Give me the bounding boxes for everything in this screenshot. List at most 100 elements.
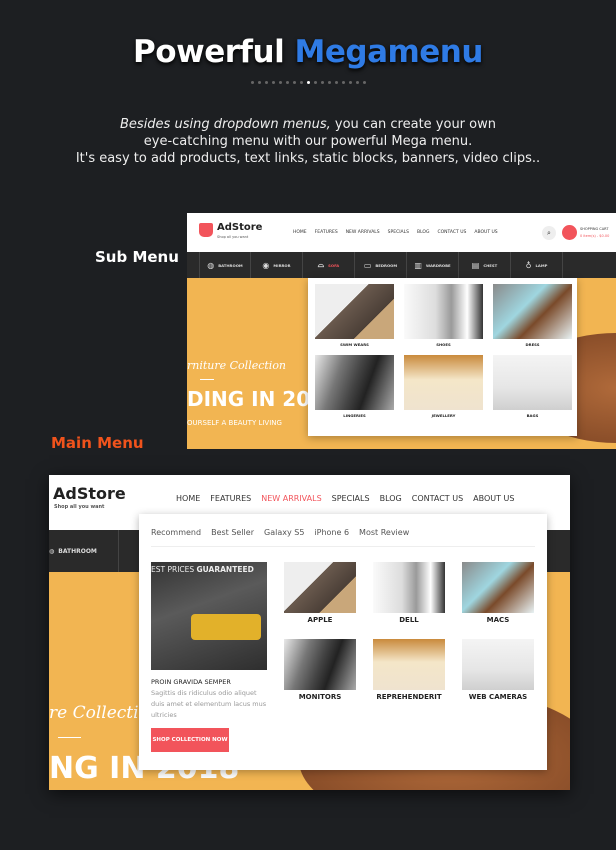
desc-rest: you can create your own [330, 117, 496, 132]
basket-logo-icon [199, 223, 213, 237]
nav-item[interactable]: NEW ARRIVALS [261, 494, 321, 503]
dot [362, 81, 366, 84]
tile-image [315, 284, 394, 339]
category-tile[interactable]: JEWELLERY [404, 355, 483, 418]
logo[interactable]: AdStore [53, 484, 126, 503]
nav-item[interactable]: FEATURES [315, 230, 338, 235]
product-tab[interactable]: Galaxy S5 [264, 528, 304, 537]
desc-italic: Besides using dropdown menus, [120, 117, 331, 132]
tile-label: JEWELLERY [431, 413, 456, 418]
tabs-divider [151, 546, 535, 547]
category-tile[interactable]: BAGS [493, 355, 572, 418]
nav-item[interactable]: HOME [176, 494, 200, 503]
category-tile[interactable]: MONITORS [284, 639, 356, 701]
banner-headline: DING IN 20 [187, 387, 311, 411]
category-tile[interactable]: MACS [462, 562, 534, 624]
category-tile[interactable]: SHOES [404, 284, 483, 347]
nav-item[interactable]: FEATURES [210, 494, 251, 503]
dot [320, 81, 324, 84]
banner-divider [200, 379, 214, 380]
desc-line3: It's easy to add products, text links, s… [75, 151, 541, 166]
dot [250, 81, 254, 84]
dot [306, 81, 310, 84]
category-tile[interactable]: SWIM WEARS [315, 284, 394, 347]
category-lamp[interactable]: ♁ LAMP [511, 252, 563, 278]
bathtub-icon: ◍ [49, 547, 55, 555]
nav-item[interactable]: ABOUT US [473, 494, 514, 503]
promo-banner-light: EST PRICES [151, 565, 197, 574]
sofa-dropdown: SWIM WEARS SHOES DRESS LINGERIES JEWELLERY BA… [308, 278, 577, 436]
category-bar: ◍ BATHROOM ◉ MIRROR ⌓ SOFA ▭ BEDROOM ▥ WARDROBE ▤ C… [187, 252, 616, 278]
banner-sub: OURSELF A BEAUTY LIVING [187, 419, 282, 427]
dot [271, 81, 275, 84]
category-tile[interactable]: DRESS [493, 284, 572, 347]
product-tab[interactable]: Best Seller [211, 528, 254, 537]
nav-item[interactable]: ABOUT US [474, 230, 497, 235]
category-label: BATHROOM [58, 547, 97, 555]
category-tile[interactable]: REPREHENDERIT [373, 639, 445, 701]
dot [327, 81, 331, 84]
promo-image[interactable]: EST PRICES GUARANTEED [151, 562, 267, 670]
tile-image [404, 355, 483, 410]
dot [278, 81, 282, 84]
logo[interactable]: AdStore [217, 222, 262, 233]
banner-divider [58, 737, 81, 738]
product-tab[interactable]: iPhone 6 [314, 528, 349, 537]
nav-item[interactable]: BLOG [380, 494, 402, 503]
tile-image [462, 562, 534, 613]
category-mirror[interactable]: ◉ MIRROR [251, 252, 303, 278]
tile-image [493, 355, 572, 410]
category-tile[interactable]: LINGERIES [315, 355, 394, 418]
nav-item[interactable]: NEW ARRIVALS [346, 230, 380, 235]
dots-divider [0, 81, 616, 84]
category-label: BEDROOM [375, 262, 398, 268]
tile-label: MONITORS [298, 693, 342, 701]
tile-image [373, 562, 445, 613]
cart-icon[interactable] [562, 225, 577, 240]
title-white: Powerful [133, 34, 285, 70]
tile-image [462, 639, 534, 690]
nav-item[interactable]: SPECIALS [388, 230, 409, 235]
product-tabs: Recommend Best Seller Galaxy S5 iPhone 6 Mos… [151, 528, 409, 537]
cart-label[interactable]: SHOPPING CART [580, 227, 608, 231]
category-tile[interactable]: DELL [373, 562, 445, 624]
wardrobe-icon: ▥ [414, 260, 422, 270]
category-chest[interactable]: ▤ CHEST [459, 252, 511, 278]
nav-item[interactable]: CONTACT US [437, 230, 466, 235]
category-bathroom[interactable]: ◍ BATHROOM [49, 530, 119, 572]
shop-collection-button[interactable]: SHOP COLLECTION NOW [151, 728, 229, 752]
lamp-icon: ♁ [525, 260, 532, 270]
nav-item[interactable]: BLOG [417, 230, 429, 235]
dot [355, 81, 359, 84]
product-tab[interactable]: Most Review [359, 528, 409, 537]
tile-label: SWIM WEARS [340, 342, 369, 347]
nav-item[interactable]: HOME [293, 230, 307, 235]
tile-image [373, 639, 445, 690]
dot [285, 81, 289, 84]
category-bedroom[interactable]: ▭ BEDROOM [355, 252, 407, 278]
category-tile[interactable]: APPLE [284, 562, 356, 624]
store-header: AdStore Shop all you want HOME FEATURES NE… [187, 213, 616, 252]
nav-item[interactable]: CONTACT US [412, 494, 463, 503]
mirror-icon: ◉ [262, 260, 270, 270]
promo-title[interactable]: PROIN GRAVIDA SEMPER [151, 678, 231, 686]
tile-label: BAGS [526, 413, 539, 418]
sofa-image [191, 614, 261, 640]
sub-menu-label: Sub Menu [95, 248, 179, 266]
category-wardrobe[interactable]: ▥ WARDROBE [407, 252, 459, 278]
tile-image [284, 639, 356, 690]
dot [313, 81, 317, 84]
tile-image [315, 355, 394, 410]
category-bathroom[interactable]: ◍ BATHROOM [199, 252, 251, 278]
tagline: Shop all you want [217, 235, 249, 239]
promo-text: Sagittis dis ridiculus odio aliquet duis… [151, 689, 267, 719]
main-menu-screenshot: AdStore Shop all you want HOME FEATURES NE… [49, 475, 570, 790]
product-tab[interactable]: Recommend [151, 528, 201, 537]
search-icon[interactable]: ⌕ [542, 226, 556, 240]
tile-label: WEB CAMERAS [468, 693, 528, 701]
category-tile[interactable]: WEB CAMERAS [462, 639, 534, 701]
nav-item[interactable]: SPECIALS [332, 494, 370, 503]
main-menu-label: Main Menu [51, 434, 144, 452]
category-label: MIRROR [273, 262, 291, 268]
category-sofa[interactable]: ⌓ SOFA [303, 252, 355, 278]
